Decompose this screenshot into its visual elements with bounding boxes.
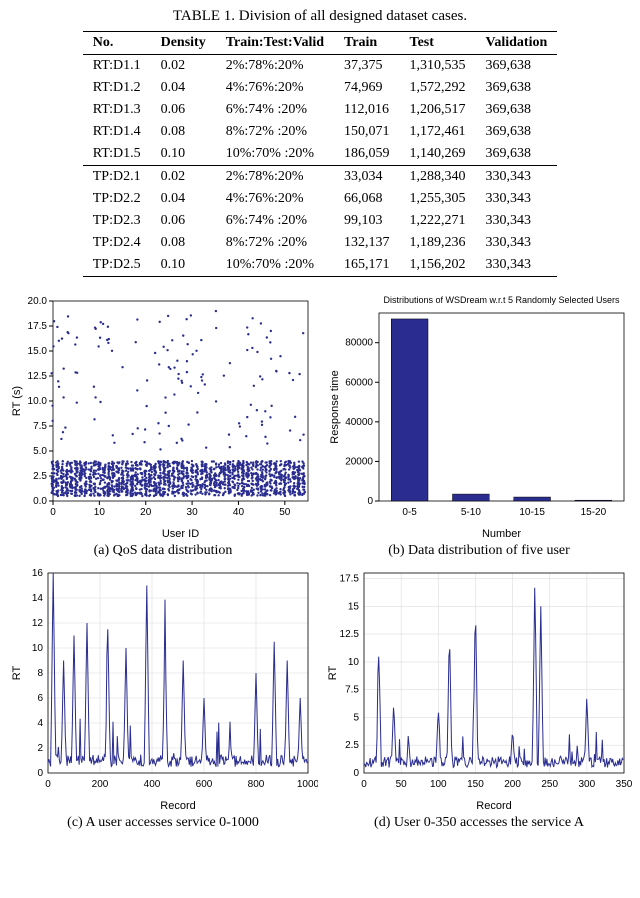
table-row: RT:D1.20.044%:76%:20%74,9691,572,292369,…: [83, 77, 558, 99]
svg-text:0: 0: [37, 768, 43, 779]
svg-text:Record: Record: [476, 800, 511, 812]
svg-text:14: 14: [32, 593, 44, 604]
svg-text:8: 8: [37, 668, 43, 679]
svg-text:0-5: 0-5: [402, 507, 417, 518]
svg-text:4: 4: [37, 718, 43, 729]
chart-d: 0 2.5 5 7.5 10 12.5 15 17.5 0 50 100 150 200 250 300 35…: [324, 563, 634, 813]
dataset-table: No. Density Train:Test:Valid Train Test …: [83, 31, 558, 277]
col-valid: Validation: [476, 32, 558, 55]
svg-text:0: 0: [361, 779, 367, 790]
svg-text:2: 2: [37, 743, 43, 754]
svg-text:17.5: 17.5: [340, 574, 360, 585]
svg-text:15.0: 15.0: [28, 346, 48, 357]
svg-text:30: 30: [187, 507, 199, 518]
svg-text:2.5: 2.5: [345, 740, 359, 751]
svg-text:80000: 80000: [345, 338, 373, 349]
svg-text:5-10: 5-10: [461, 507, 481, 518]
svg-text:0.0: 0.0: [33, 496, 47, 507]
svg-text:15-20: 15-20: [581, 507, 607, 518]
svg-text:6: 6: [37, 693, 43, 704]
panel-a: 0.0 2.5 5.0 7.5 10.0 12.5 15.0 17.5 20.0 0 10 20 30 4…: [8, 291, 318, 559]
col-train: Train: [334, 32, 400, 55]
caption-b: (b) Data distribution of five user: [388, 543, 570, 559]
table-row: TP:D2.30.066%:74% :20%99,1031,222,271330…: [83, 210, 558, 232]
svg-text:Distributions of WSDream w.r.t: Distributions of WSDream w.r.t 5 Randoml…: [383, 295, 620, 305]
svg-text:12.5: 12.5: [340, 629, 360, 640]
svg-text:400: 400: [144, 779, 161, 790]
chart-b: 0 20000 40000 60000 80000 Distributions of WS…: [324, 291, 634, 541]
chart-a: 0.0 2.5 5.0 7.5 10.0 12.5 15.0 17.5 20.0 0 10 20 30 4…: [8, 291, 318, 541]
svg-text:Response time: Response time: [329, 370, 341, 443]
svg-text:100: 100: [430, 779, 447, 790]
col-no: No.: [83, 32, 151, 55]
svg-text:RT (s): RT (s): [11, 386, 23, 416]
col-density: Density: [151, 32, 216, 55]
svg-text:60000: 60000: [345, 377, 373, 388]
table-row: TP:D2.10.022%:78%:20%33,0341,288,340330,…: [83, 166, 558, 189]
svg-text:Record: Record: [160, 800, 195, 812]
table-caption: TABLE 1. Division of all designed datase…: [8, 8, 632, 25]
caption-d: (d) User 0-350 accesses the service A: [374, 815, 584, 831]
panel-d: 0 2.5 5 7.5 10 12.5 15 17.5 0 50 100 150 200 250 300 35…: [324, 563, 634, 831]
svg-text:40: 40: [233, 507, 245, 518]
svg-text:17.5: 17.5: [28, 321, 48, 332]
svg-text:50: 50: [279, 507, 291, 518]
svg-text:RT: RT: [327, 665, 339, 680]
svg-text:12.5: 12.5: [28, 371, 48, 382]
svg-text:User ID: User ID: [162, 528, 199, 540]
caption-c: (c) A user accesses service 0-1000: [67, 815, 259, 831]
table-row: RT:D1.30.066%:74% :20%112,0161,206,51736…: [83, 99, 558, 121]
table-row: TP:D2.50.1010%:70% :20%165,1711,156,2023…: [83, 254, 558, 277]
svg-text:300: 300: [579, 779, 596, 790]
svg-text:15: 15: [348, 601, 360, 612]
svg-text:150: 150: [467, 779, 484, 790]
svg-text:RT: RT: [11, 665, 23, 680]
svg-text:20.0: 20.0: [28, 296, 48, 307]
svg-text:2.5: 2.5: [33, 471, 47, 482]
col-test: Test: [400, 32, 476, 55]
svg-text:0: 0: [45, 779, 51, 790]
svg-text:12: 12: [32, 618, 44, 629]
svg-text:10: 10: [32, 643, 44, 654]
svg-text:600: 600: [196, 779, 213, 790]
panel-b: 0 20000 40000 60000 80000 Distributions of WS…: [324, 291, 634, 559]
table-row: TP:D2.20.044%:76%:20%66,0681,255,305330,…: [83, 188, 558, 210]
svg-text:1000: 1000: [297, 779, 318, 790]
svg-text:200: 200: [504, 779, 521, 790]
svg-text:10.0: 10.0: [28, 396, 48, 407]
svg-text:5.0: 5.0: [33, 446, 47, 457]
svg-text:7.5: 7.5: [345, 685, 359, 696]
svg-text:10: 10: [94, 507, 106, 518]
svg-text:350: 350: [616, 779, 633, 790]
svg-text:0: 0: [353, 768, 359, 779]
table-row: TP:D2.40.088%:72% :20%132,1371,189,23633…: [83, 232, 558, 254]
svg-text:50: 50: [396, 779, 408, 790]
svg-text:0: 0: [367, 496, 373, 507]
panel-c: 0 2 4 6 8 10 12 14 16 0 200 400 600 800 1000 Record RT (…: [8, 563, 318, 831]
svg-text:10-15: 10-15: [519, 507, 545, 518]
svg-text:5: 5: [353, 712, 359, 723]
caption-a: (a) QoS data distribution: [94, 543, 233, 559]
col-split: Train:Test:Valid: [216, 32, 334, 55]
svg-text:0: 0: [50, 507, 56, 518]
table-row: RT:D1.50.1010%:70% :20%186,0591,140,2693…: [83, 143, 558, 166]
svg-text:800: 800: [248, 779, 265, 790]
svg-text:20: 20: [140, 507, 152, 518]
svg-text:7.5: 7.5: [33, 421, 47, 432]
svg-text:250: 250: [541, 779, 558, 790]
chart-c: 0 2 4 6 8 10 12 14 16 0 200 400 600 800 1000 Record RT: [8, 563, 318, 813]
svg-text:10: 10: [348, 657, 360, 668]
table-row: RT:D1.10.022%:78%:20%37,3751,310,535369,…: [83, 55, 558, 78]
table-row: RT:D1.40.088%:72% :20%150,0711,172,46136…: [83, 121, 558, 143]
svg-text:40000: 40000: [345, 417, 373, 428]
svg-text:Number: Number: [482, 528, 521, 540]
svg-text:200: 200: [92, 779, 109, 790]
svg-text:20000: 20000: [345, 456, 373, 467]
svg-text:16: 16: [32, 568, 44, 579]
